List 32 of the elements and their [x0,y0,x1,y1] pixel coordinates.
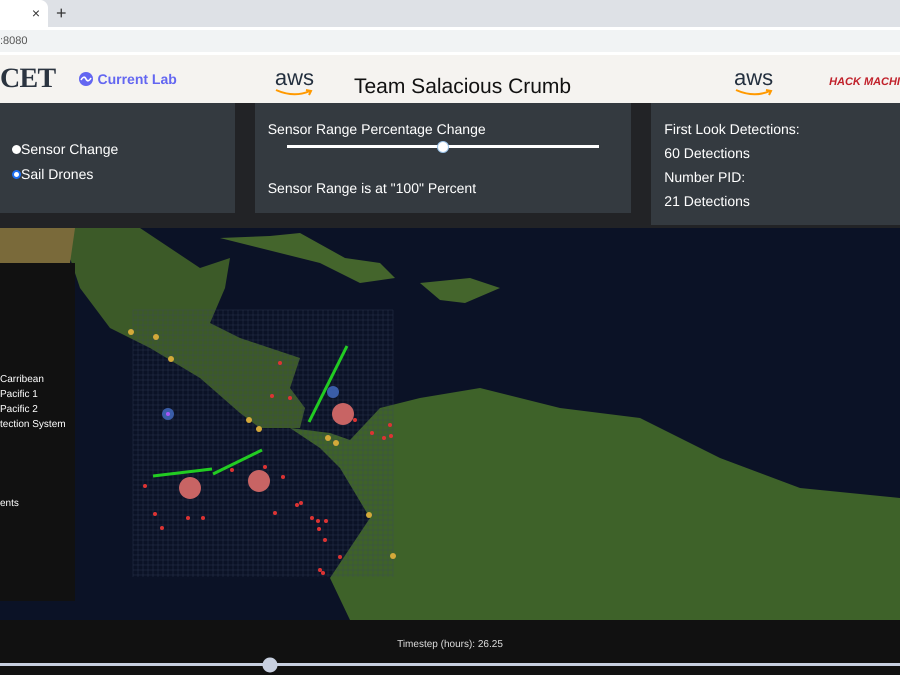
legend-label: Pacific 1 [0,388,39,402]
detection-text: 60 Detections [664,144,751,163]
wave-logo-icon [79,72,94,86]
smile-arrow-icon [275,88,314,96]
page-title: Team Salacious Crumb [354,74,572,100]
logo-wordmark: HACK MACHI [829,76,900,88]
detection-text: 21 Detections [664,192,751,211]
detection-text: First Look Detections: [664,120,801,139]
legend-label: tection System [0,418,67,432]
address-bar[interactable]: :8080 [0,30,900,52]
slider-thumb[interactable] [437,140,449,152]
radio-button[interactable] [12,145,21,154]
timestep-slider[interactable] [0,657,900,672]
range-slider[interactable] [286,139,600,154]
panel-heading: Sensor Range Percentage Change [268,120,487,139]
radio-button[interactable] [12,170,21,179]
radio-label[interactable]: Sail Drones [21,164,94,185]
legend-label: ents [0,497,20,511]
legend-label: Carribean [0,373,45,387]
tab-close-button[interactable]: × [32,3,40,24]
new-tab-button[interactable]: + [56,0,67,27]
logo-wordmark: aws [734,66,774,88]
logo-wordmark: CET [0,63,56,94]
radio-label[interactable]: Sensor Change [21,139,118,160]
logo-wordmark: aws [274,66,314,88]
logo-wordmark: Current Lab [97,70,177,88]
timestep-label: Timestep (hours): 26.25 [397,638,503,652]
legend-label: Pacific 2 [0,403,39,417]
smile-arrow-icon [734,88,773,96]
detection-text: Number PID: [664,168,746,187]
range-reading: Sensor Range is at "100" Percent [268,179,478,198]
slider-thumb[interactable] [262,657,278,672]
